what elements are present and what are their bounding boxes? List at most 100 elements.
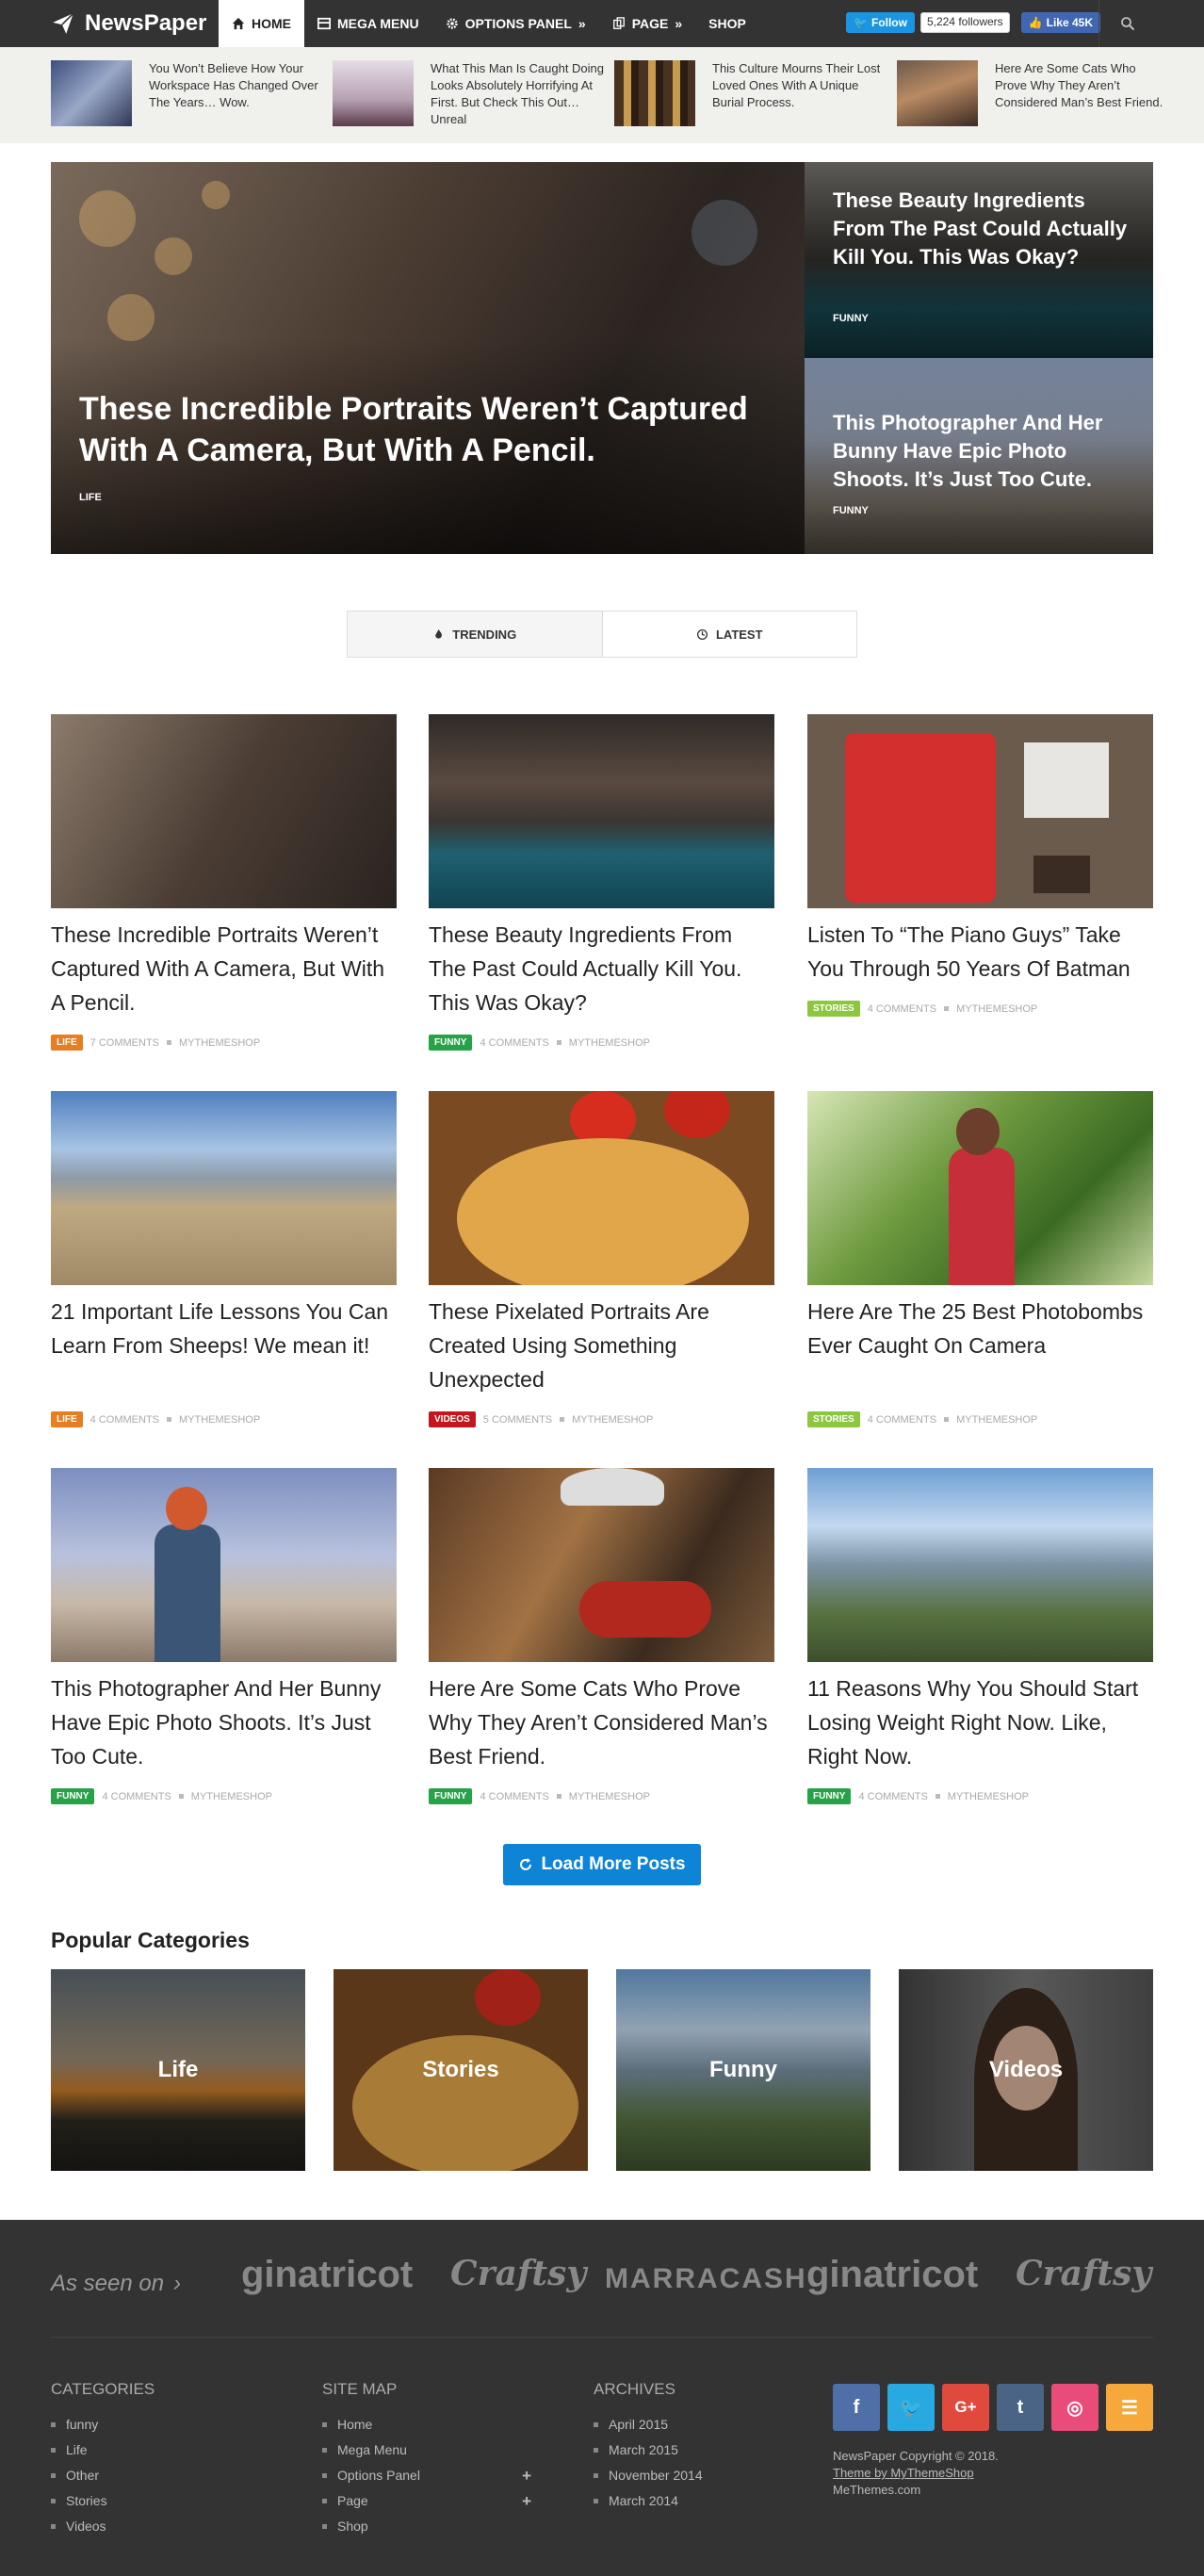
category-badge[interactable]: FUNNY — [51, 1788, 95, 1804]
post-card[interactable]: Here Are The 25 Best Photobombs Ever Cau… — [807, 1091, 1153, 1427]
site-logo[interactable]: NewsPaper — [51, 9, 206, 38]
twitter-icon[interactable]: 🐦 — [887, 2384, 935, 2431]
category-tile-funny[interactable]: Funny — [616, 1969, 870, 2171]
post-image[interactable] — [429, 1091, 774, 1285]
hero-main-title[interactable]: These Incredible Portraits Weren’t Captu… — [79, 388, 776, 471]
post-title[interactable]: This Photographer And Her Bunny Have Epi… — [51, 1671, 397, 1773]
footer-link[interactable]: funny — [51, 2412, 268, 2437]
footer-link[interactable]: Stories — [51, 2488, 268, 2514]
facebook-like-button[interactable]: 👍 Like 45K — [1020, 12, 1100, 33]
post-card[interactable]: These Beauty Ingredients From The Past C… — [429, 714, 774, 1051]
category-tile-life[interactable]: Life — [51, 1969, 305, 2171]
category-tile-videos[interactable]: Videos — [899, 1969, 1153, 2171]
comment-count[interactable]: 4 COMMENTS — [90, 1414, 159, 1426]
tab-trending[interactable]: TRENDING — [348, 611, 603, 657]
post-card[interactable]: This Photographer And Her Bunny Have Epi… — [51, 1468, 397, 1804]
post-image[interactable] — [807, 1091, 1153, 1285]
category-badge[interactable]: STORIES — [807, 1001, 860, 1017]
footer-link[interactable]: Mega Menu — [322, 2437, 531, 2463]
comment-count[interactable]: 4 COMMENTS — [868, 1414, 936, 1426]
post-title[interactable]: 11 Reasons Why You Should Start Losing W… — [807, 1671, 1153, 1773]
post-title[interactable]: Listen To “The Piano Guys” Take You Thro… — [807, 918, 1153, 986]
post-title[interactable]: These Beauty Ingredients From The Past C… — [429, 918, 774, 1019]
category-badge[interactable]: STORIES — [807, 1411, 860, 1427]
author-link[interactable]: MYTHEMESHOP — [179, 1037, 260, 1049]
author-link[interactable]: MYTHEMESHOP — [179, 1414, 260, 1426]
rss-icon[interactable]: ☰ — [1106, 2384, 1153, 2431]
footer-link[interactable]: Page + — [322, 2488, 531, 2514]
ticker-item[interactable]: Here Are Some Cats Who Prove Why They Ar… — [897, 60, 1170, 126]
category-badge[interactable]: FUNNY — [807, 1788, 852, 1804]
expand-plus-icon[interactable]: + — [522, 2463, 531, 2488]
comment-count[interactable]: 4 COMMENTS — [480, 1791, 548, 1802]
post-card[interactable]: Listen To “The Piano Guys” Take You Thro… — [807, 714, 1153, 1017]
ticker-item[interactable]: This Culture Mourns Their Lost Loved One… — [614, 60, 887, 126]
search-button[interactable] — [1098, 0, 1155, 47]
category-tile-stories[interactable]: Stories — [334, 1969, 588, 2171]
author-link[interactable]: MYTHEMESHOP — [569, 1037, 650, 1049]
ticker-item[interactable]: What This Man Is Caught Doing Looks Abso… — [333, 60, 606, 128]
hero-side-title[interactable]: These Beauty Ingredients From The Past C… — [833, 187, 1134, 271]
post-title[interactable]: These Pixelated Portraits Are Created Us… — [429, 1295, 774, 1396]
post-image[interactable] — [807, 714, 1153, 908]
post-card[interactable]: Here Are Some Cats Who Prove Why They Ar… — [429, 1468, 774, 1804]
post-title[interactable]: Here Are The 25 Best Photobombs Ever Cau… — [807, 1295, 1153, 1362]
author-link[interactable]: MYTHEMESHOP — [948, 1791, 1029, 1802]
load-more-button[interactable]: Load More Posts — [503, 1844, 701, 1885]
nav-home[interactable]: HOME — [219, 0, 304, 47]
author-link[interactable]: MYTHEMESHOP — [956, 1003, 1037, 1015]
post-image[interactable] — [51, 1091, 397, 1285]
hero-main-post[interactable]: These Incredible Portraits Weren’t Captu… — [51, 162, 805, 554]
footer-link[interactable]: Shop — [322, 2514, 531, 2539]
hero-side-post[interactable]: These Beauty Ingredients From The Past C… — [805, 162, 1153, 358]
post-image[interactable] — [51, 714, 397, 908]
footer-link[interactable]: November 2014 — [594, 2463, 810, 2488]
comment-count[interactable]: 7 COMMENTS — [90, 1037, 159, 1049]
author-link[interactable]: MYTHEMESHOP — [191, 1791, 272, 1802]
facebook-icon[interactable]: f — [833, 2384, 880, 2431]
post-title[interactable]: 21 Important Life Lessons You Can Learn … — [51, 1295, 397, 1362]
comment-count[interactable]: 4 COMMENTS — [480, 1037, 548, 1049]
post-card[interactable]: These Pixelated Portraits Are Created Us… — [429, 1091, 774, 1427]
footer-link[interactable]: Home — [322, 2412, 531, 2437]
author-link[interactable]: MYTHEMESHOP — [572, 1414, 653, 1426]
post-title[interactable]: These Incredible Portraits Weren’t Captu… — [51, 918, 397, 1019]
post-image[interactable] — [807, 1468, 1153, 1662]
category-badge[interactable]: FUNNY — [429, 1788, 473, 1804]
category-badge[interactable]: FUNNY — [429, 1035, 473, 1051]
hero-main-category[interactable]: LIFE — [79, 492, 102, 503]
nav-mega-menu[interactable]: MEGA MENU — [304, 0, 432, 47]
footer-link[interactable]: March 2014 — [594, 2488, 810, 2514]
post-card[interactable]: 11 Reasons Why You Should Start Losing W… — [807, 1468, 1153, 1804]
hero-side-post[interactable]: This Photographer And Her Bunny Have Epi… — [805, 358, 1153, 554]
category-badge[interactable]: VIDEOS — [429, 1411, 476, 1427]
post-image[interactable] — [429, 714, 774, 908]
tumblr-icon[interactable]: t — [997, 2384, 1044, 2431]
comment-count[interactable]: 4 COMMENTS — [858, 1791, 927, 1802]
tab-latest[interactable]: LATEST — [603, 611, 857, 657]
category-badge[interactable]: LIFE — [51, 1411, 83, 1427]
hero-side-category[interactable]: FUNNY — [833, 313, 869, 324]
google-plus-icon[interactable]: G+ — [942, 2384, 989, 2431]
footer-link[interactable]: Options Panel + — [322, 2463, 531, 2488]
author-link[interactable]: MYTHEMESHOP — [956, 1414, 1037, 1426]
category-badge[interactable]: LIFE — [51, 1035, 83, 1051]
expand-plus-icon[interactable]: + — [522, 2488, 531, 2514]
ticker-item[interactable]: You Won’t Believe How Your Workspace Has… — [51, 60, 324, 126]
post-card[interactable]: 21 Important Life Lessons You Can Learn … — [51, 1091, 397, 1427]
footer-link[interactable]: Other — [51, 2463, 268, 2488]
nav-shop[interactable]: SHOP — [695, 0, 759, 47]
author-link[interactable]: MYTHEMESHOP — [569, 1791, 650, 1802]
comment-count[interactable]: 4 COMMENTS — [102, 1791, 171, 1802]
comment-count[interactable]: 4 COMMENTS — [868, 1003, 936, 1015]
hero-side-category[interactable]: FUNNY — [833, 505, 869, 516]
hero-side-title[interactable]: This Photographer And Her Bunny Have Epi… — [833, 409, 1134, 494]
post-image[interactable] — [429, 1468, 774, 1662]
theme-credit-link[interactable]: Theme by MyThemeShop — [833, 2465, 999, 2482]
nav-options-panel[interactable]: OPTIONS PANEL » — [432, 0, 599, 47]
post-image[interactable] — [51, 1468, 397, 1662]
post-title[interactable]: Here Are Some Cats Who Prove Why They Ar… — [429, 1671, 774, 1773]
footer-link[interactable]: March 2015 — [594, 2437, 810, 2463]
dribbble-icon[interactable]: ◎ — [1051, 2384, 1098, 2431]
twitter-follow-button[interactable]: 🐦 Follow — [846, 12, 915, 33]
